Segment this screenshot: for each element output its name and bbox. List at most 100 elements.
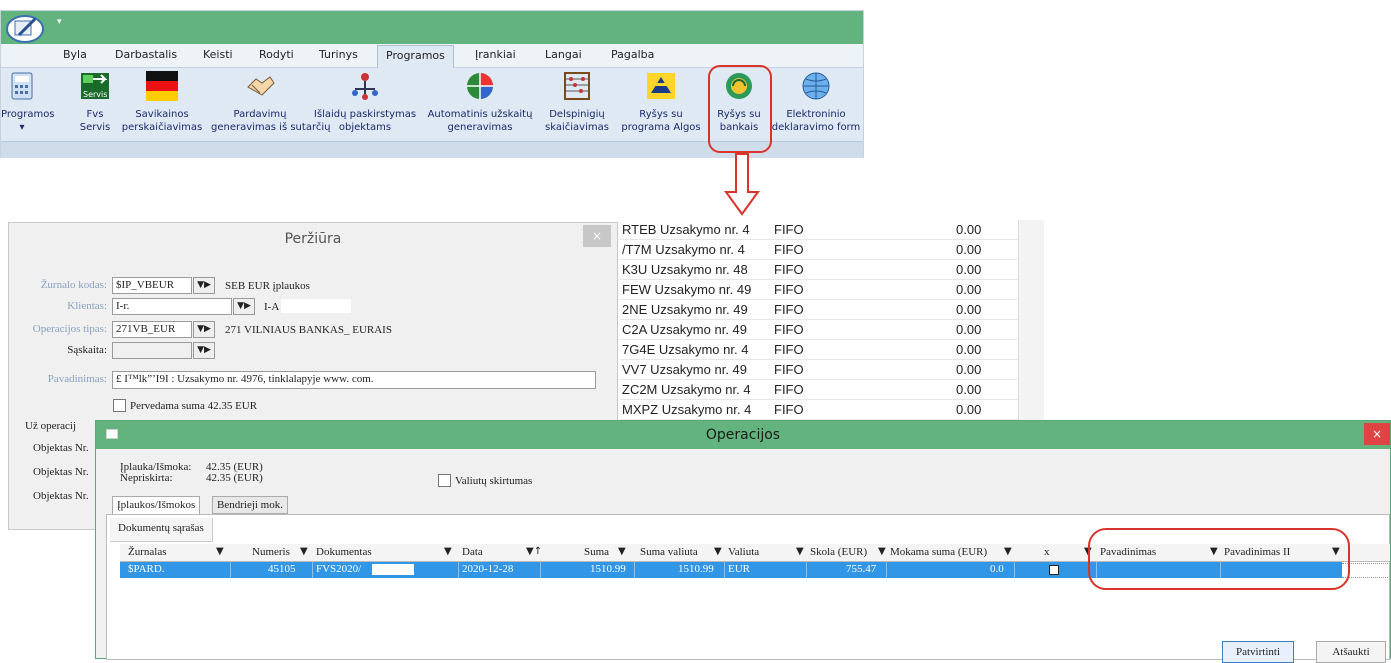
list-item[interactable]: C2A Uzsakymo nr. 49 FIFO 0.00 <box>620 320 1020 340</box>
zurnalo-description: SEB EUR įplaukos <box>225 280 310 292</box>
pardavimu-button[interactable]: Pardavimų generavimas iš sutarčių <box>211 71 331 134</box>
elektroninio-label: Elektroninio <box>786 109 846 120</box>
zurnalo-kodas-field[interactable]: $IP_VBEUR <box>112 277 192 294</box>
list-item[interactable]: /T7M Uzsakymo nr. 4 FIFO 0.00 <box>620 240 1020 260</box>
col-mokama-suma[interactable]: Mokama suma (EUR) <box>890 546 987 558</box>
svg-text:Servis: Servis <box>83 90 107 99</box>
tab-langai[interactable]: Langai <box>545 48 582 61</box>
operacijos-tipas-description: 271 VILNIAUS BANKAS_ EURAIS <box>225 324 392 336</box>
col-data[interactable]: Data <box>462 546 483 558</box>
filter-icon[interactable]: ▼ <box>796 546 804 557</box>
tab-iplaukos-ismokos[interactable]: Įplaukos/Išmokos <box>112 496 201 514</box>
pardavimu-label: Pardavimų <box>233 109 287 120</box>
list-item[interactable]: VV7 Uzsakymo nr. 49 FIFO 0.00 <box>620 360 1020 380</box>
filter-icon[interactable]: ▼ <box>714 546 722 557</box>
window-icon <box>106 429 118 439</box>
programos-button[interactable]: Programos ▾ <box>1 71 55 134</box>
savikainos-button[interactable]: Savikainos perskaičiavimas <box>113 71 211 134</box>
cell-suma-valiuta: 1510.99 <box>678 563 714 575</box>
saskaita-field[interactable] <box>112 342 192 359</box>
cell-valiuta: EUR <box>728 563 750 575</box>
list-item[interactable]: K3U Uzsakymo nr. 48 FIFO 0.00 <box>620 260 1020 280</box>
filter-icon[interactable]: ▼ <box>444 546 452 557</box>
elektroninio-deklaravimo-button[interactable]: Elektroninio deklaravimo form <box>769 71 863 134</box>
list-item[interactable]: 7G4E Uzsakymo nr. 4 FIFO 0.00 <box>620 340 1020 360</box>
operacijos-title: Operacijos <box>96 421 1390 449</box>
operacijos-close-button[interactable]: × <box>1364 423 1390 445</box>
filter-icon[interactable]: ▼ <box>878 546 886 557</box>
distribution-icon <box>352 73 378 100</box>
zurnalo-kodas-label: Žurnalo kodas: <box>40 279 107 291</box>
app-logo-icon[interactable] <box>5 13 45 43</box>
klientas-dropdown-icon[interactable]: ▼▶ <box>233 298 255 315</box>
delspinigiu-button[interactable]: Delspinigių skaičiavimas <box>541 71 613 134</box>
filter-icon[interactable]: ▼ <box>1004 546 1012 557</box>
highlight-pavadinimas-box <box>1088 528 1350 590</box>
col-valiuta[interactable]: Valiuta <box>728 546 759 558</box>
perskaiciavimas-label: perskaičiavimas <box>121 122 203 133</box>
col-skola[interactable]: Skola (EUR) <box>810 546 867 558</box>
patvirtinti-button[interactable]: Patvirtinti <box>1222 641 1294 663</box>
cell-suma: 1510.99 <box>590 563 626 575</box>
objektas-nr-label-2: Objektas Nr. <box>33 466 89 478</box>
list-item[interactable]: 2NE Uzsakymo nr. 49 FIFO 0.00 <box>620 300 1020 320</box>
tab-bendrieji-mok[interactable]: Bendrieji mok. <box>212 496 288 514</box>
list-item[interactable]: RTEB Uzsakymo nr. 4 FIFO 0.00 <box>620 220 1020 240</box>
operacijos-tipas-field[interactable]: 271VB_EUR <box>112 321 192 338</box>
sort-filter-icon[interactable]: ▼↑ <box>526 546 542 557</box>
pie-icon <box>467 73 493 99</box>
programa-algos-label: programa Algos <box>621 122 701 133</box>
pavadinimas-field[interactable]: £ I™lk”’I9I : Uzsakymo nr. 4976, tinklal… <box>112 371 596 389</box>
tab-darbastalis[interactable]: Darbastalis <box>115 48 177 61</box>
col-zurnalas[interactable]: Žurnalas <box>128 546 166 558</box>
filter-icon[interactable]: ▼ <box>216 546 224 557</box>
down-arrow-icon <box>724 153 760 216</box>
fvs-servis-button[interactable]: Servis Fvs Servis <box>77 71 113 134</box>
klientas-label: Klientas: <box>67 300 107 312</box>
col-dokumentas[interactable]: Dokumentas <box>316 546 372 558</box>
tab-byla[interactable]: Byla <box>63 48 87 61</box>
automatinis-uzskaitu-button[interactable]: Automatinis užskaitų generavimas <box>421 71 539 134</box>
fvs-label: Fvs <box>86 109 104 120</box>
klientas-description: I-A <box>264 301 280 313</box>
perziura-close-button[interactable]: × <box>583 225 611 247</box>
redacted-block <box>281 299 351 313</box>
rysys-algos-button[interactable]: Ryšys su programa Algos <box>613 71 709 134</box>
col-suma[interactable]: Suma <box>584 546 609 558</box>
generavimas-is-sutarciu-label: generavimas iš sutarčių <box>211 122 331 133</box>
col-suma-valiuta[interactable]: Suma valiuta <box>640 546 698 558</box>
islaidu-paskirstymas-button[interactable]: Išlaidų paskirstymas objektams <box>311 71 419 134</box>
saskaita-dropdown-icon[interactable]: ▼▶ <box>193 342 215 359</box>
tab-irankiai[interactable]: Įrankiai <box>475 48 516 61</box>
atsaukti-button[interactable]: Atšaukti <box>1316 641 1386 663</box>
tab-programos[interactable]: Programos <box>377 45 454 68</box>
tab-pagalba[interactable]: Pagalba <box>611 48 654 61</box>
perziura-title: Peržiūra <box>284 231 342 247</box>
list-item[interactable]: FEW Uzsakymo nr. 49 FIFO 0.00 <box>620 280 1020 300</box>
tab-rodyti[interactable]: Rodyti <box>259 48 294 61</box>
tab-keisti[interactable]: Keisti <box>203 48 233 61</box>
pervedama-checkbox[interactable] <box>113 399 126 412</box>
filter-icon[interactable]: ▼ <box>300 546 308 557</box>
pavadinimas-label: Pavadinimas: <box>47 373 107 385</box>
handshake-icon <box>247 76 275 96</box>
filter-icon[interactable]: ▼ <box>618 546 626 557</box>
col-x[interactable]: x <box>1044 546 1050 558</box>
zurnalo-dropdown-icon[interactable]: ▼▶ <box>193 277 215 294</box>
list-item[interactable]: MXPZ Uzsakymo nr. 4 FIFO 0.00 <box>620 400 1020 420</box>
valiutu-skirtumas-label: Valiutų skirtumas <box>455 475 533 487</box>
objektas-nr-label-1: Objektas Nr. <box>33 442 89 454</box>
list-item[interactable]: ZC2M Uzsakymo nr. 4 FIFO 0.00 <box>620 380 1020 400</box>
tab-turinys[interactable]: Turinys <box>319 48 358 61</box>
dokumentu-sarasas-button[interactable]: Dokumentų sąrašas <box>110 518 213 542</box>
rysys-su-label: Ryšys su <box>639 109 683 120</box>
col-numeris[interactable]: Numeris <box>252 546 290 558</box>
algos-icon <box>647 73 675 99</box>
servis-label: Servis <box>79 122 111 133</box>
fifo-list: RTEB Uzsakymo nr. 4 FIFO 0.00 /T7M Uzsakym… <box>620 220 1030 435</box>
row-checkbox[interactable] <box>1049 565 1059 575</box>
klientas-field[interactable]: I-г. <box>112 298 232 315</box>
operacijos-tipas-dropdown-icon[interactable]: ▼▶ <box>193 321 215 338</box>
quick-access-arrow-icon[interactable]: ▾ <box>57 17 62 27</box>
valiutu-skirtumas-checkbox[interactable] <box>438 474 451 487</box>
